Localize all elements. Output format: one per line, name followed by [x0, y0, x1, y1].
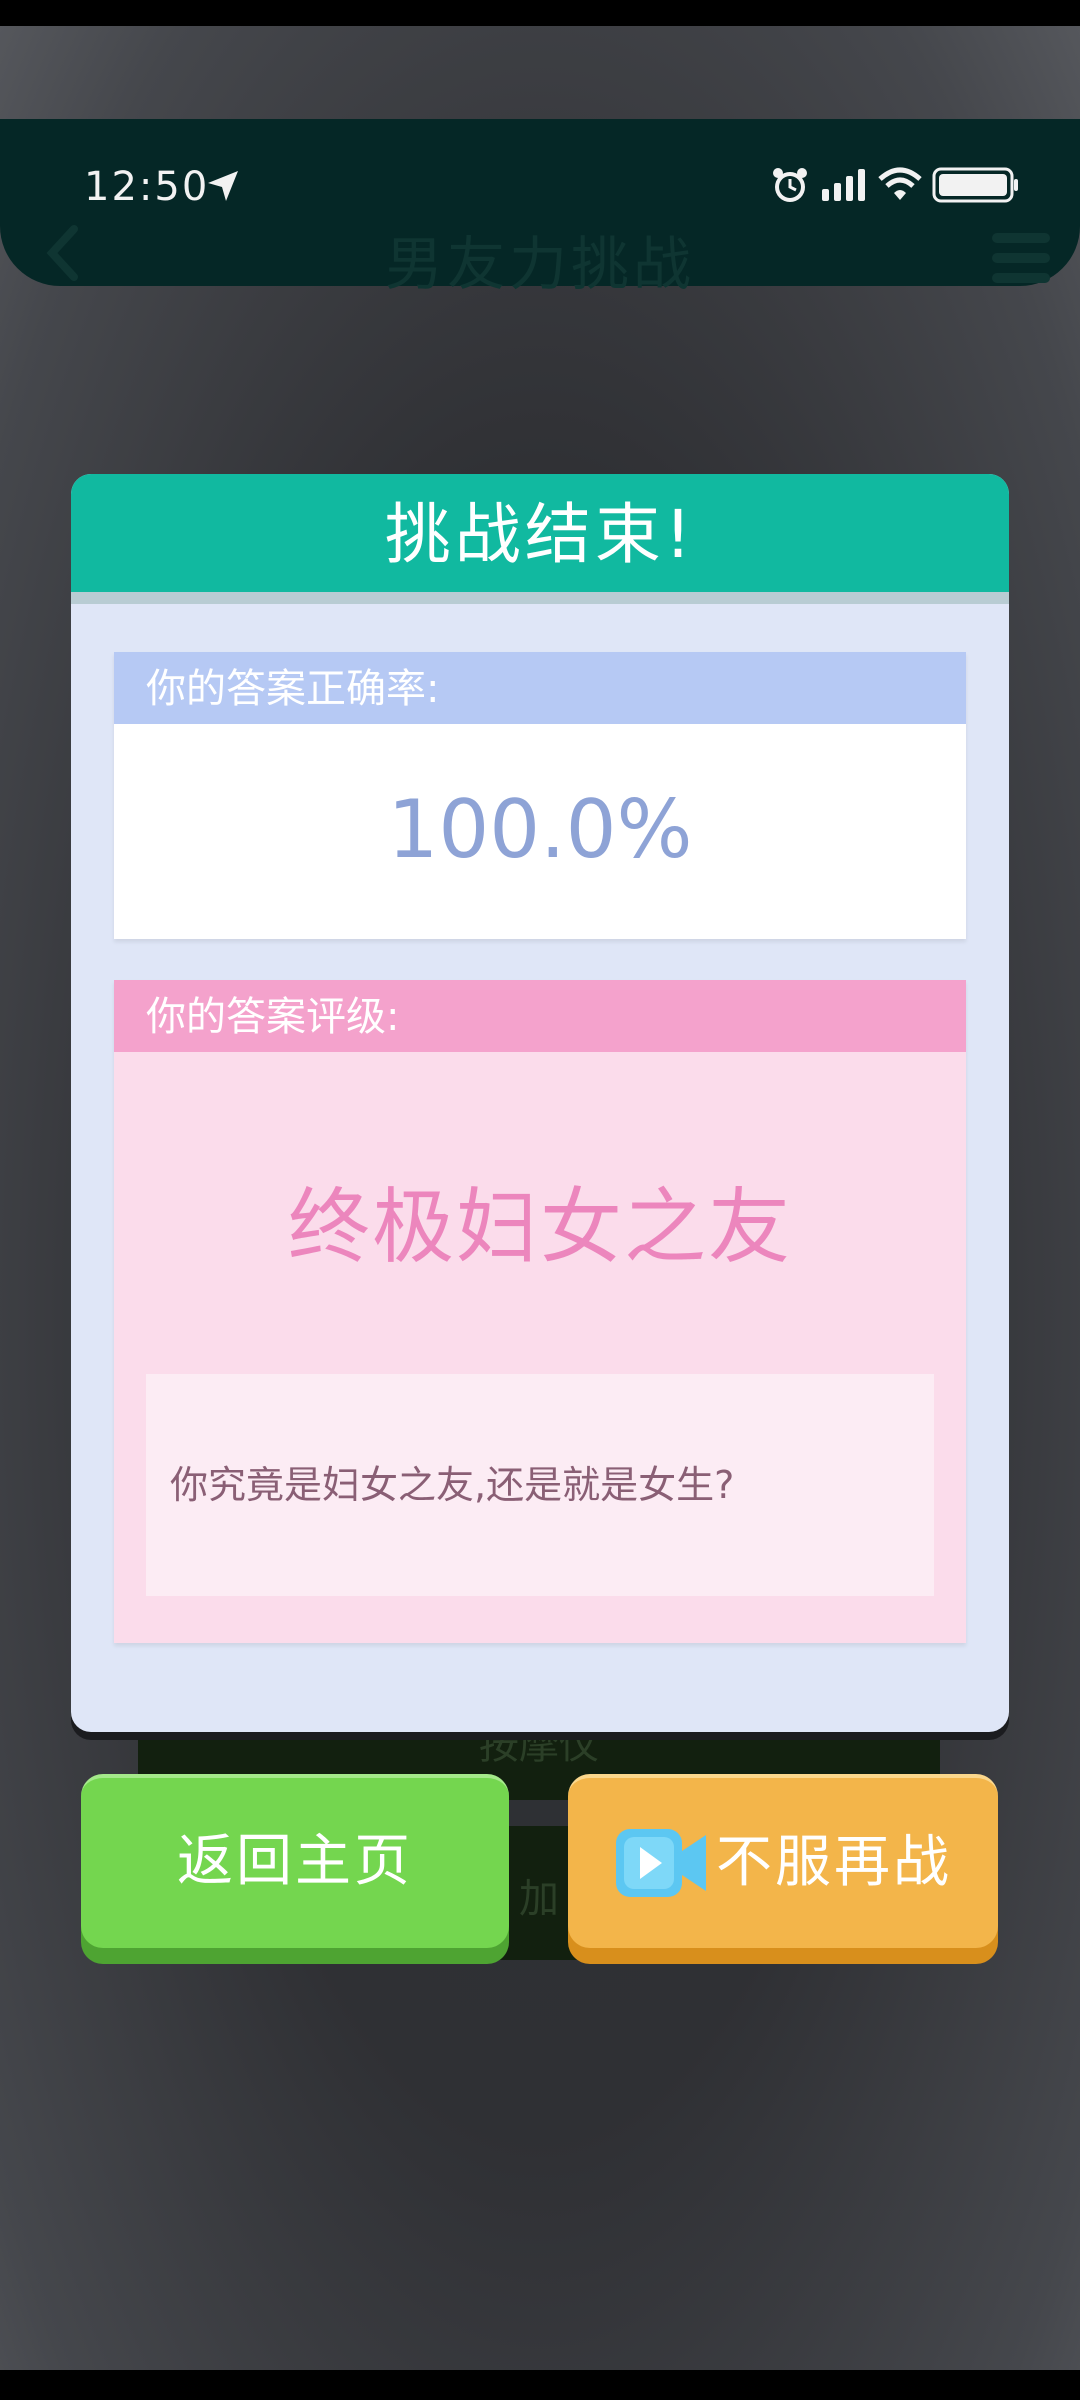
status-icons [770, 163, 1020, 207]
dialog-title: 挑战结束! [71, 474, 1009, 604]
page-title: 男友力挑战 [384, 230, 695, 298]
rating-description: 你究竟是妇女之友,还是就是女生? [146, 1374, 934, 1596]
app-header: 12:50 男友力挑战 [0, 119, 1080, 298]
rating-label: 你的答案评级: [114, 980, 966, 1052]
status-time: 12:50 [84, 164, 210, 210]
signal-icon [822, 169, 865, 201]
app-screen: 12:50 男友力挑战 按摩仪 加 挑战结束! 你的答案正确率: 100.0% … [0, 26, 1080, 2370]
retry-button[interactable]: 不服再战 [568, 1774, 998, 1948]
battery-icon [932, 167, 1018, 203]
return-home-label: 返回主页 [177, 1829, 413, 1894]
return-home-button[interactable]: 返回主页 [81, 1774, 509, 1948]
retry-label: 不服再战 [716, 1830, 952, 1895]
result-dialog: 挑战结束! 你的答案正确率: 100.0% 你的答案评级: 终极妇女之友 你究竟… [71, 474, 1009, 1732]
accuracy-card: 你的答案正确率: 100.0% [114, 652, 966, 939]
menu-icon[interactable] [992, 233, 1050, 285]
location-arrow-icon [208, 171, 238, 201]
accuracy-value: 100.0% [387, 783, 693, 876]
rating-card: 你的答案评级: 终极妇女之友 你究竟是妇女之友,还是就是女生? [114, 980, 966, 1643]
alarm-icon [773, 168, 807, 202]
navigation-bar [0, 2370, 1080, 2400]
accuracy-label: 你的答案正确率: [114, 652, 966, 724]
rating-title: 终极妇女之友 [287, 1180, 792, 1275]
video-camera-icon [616, 1829, 706, 1897]
wifi-icon [878, 167, 922, 200]
